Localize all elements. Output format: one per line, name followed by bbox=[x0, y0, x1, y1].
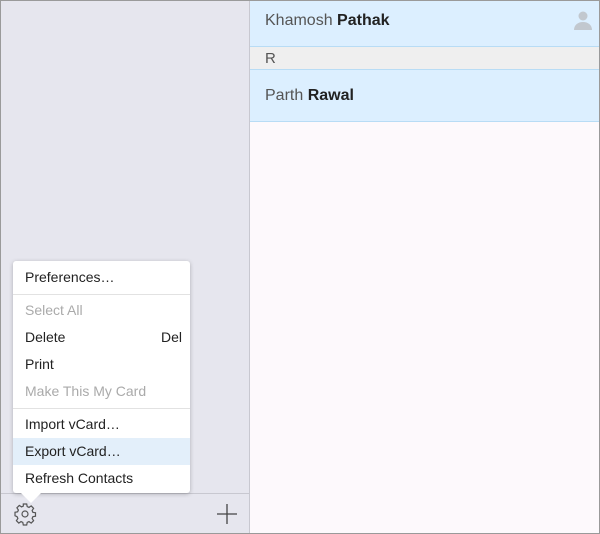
menu-item-print[interactable]: Print bbox=[13, 351, 190, 378]
menu-item-make-my-card: Make This My Card bbox=[25, 383, 147, 399]
last-name: Pathak bbox=[337, 12, 390, 29]
menu-pointer bbox=[21, 493, 41, 503]
contact-row[interactable]: Khamosh Pathak bbox=[250, 1, 599, 47]
shortcut-label: Del bbox=[160, 329, 182, 345]
gear-icon[interactable] bbox=[13, 502, 37, 526]
sidebar: Preferences… Select All Delete Del Print … bbox=[1, 1, 250, 533]
contact-row[interactable]: Parth Rawal bbox=[250, 70, 599, 122]
menu-item-export-vcard[interactable]: Export vCard… bbox=[13, 438, 190, 465]
contacts-window: Preferences… Select All Delete Del Print … bbox=[0, 0, 600, 534]
menu-item-import-vcard[interactable]: Import vCard… bbox=[13, 411, 190, 438]
menu-item-preferences[interactable]: Preferences… bbox=[13, 264, 190, 291]
menu-item-delete[interactable]: Delete Del bbox=[13, 324, 190, 351]
person-icon bbox=[574, 11, 592, 30]
menu-separator bbox=[13, 294, 190, 295]
first-name: Khamosh bbox=[265, 12, 333, 29]
contact-list: Khamosh Pathak R Parth Rawal bbox=[250, 1, 599, 533]
settings-menu: Preferences… Select All Delete Del Print … bbox=[13, 261, 190, 503]
first-name: Parth bbox=[265, 87, 304, 104]
section-header: R bbox=[250, 47, 599, 70]
menu-separator bbox=[13, 408, 190, 409]
menu-item-refresh-contacts[interactable]: Refresh Contacts bbox=[13, 465, 190, 492]
last-name: Rawal bbox=[307, 87, 354, 104]
plus-icon[interactable] bbox=[215, 502, 239, 526]
menu-item-label: Delete bbox=[25, 329, 66, 345]
menu-item-select-all: Select All bbox=[25, 302, 83, 318]
